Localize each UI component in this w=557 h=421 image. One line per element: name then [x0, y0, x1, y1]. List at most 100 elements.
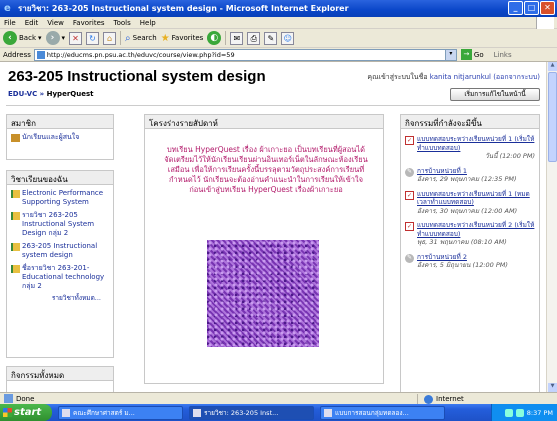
event-item[interactable]: ✎ การบ้านหน่วยที่ 2 อังคาร, 5 มิถุนายน (… — [401, 253, 539, 270]
zone-label: Internet — [436, 395, 464, 403]
quiz-icon: ✓ — [405, 222, 414, 231]
course-link[interactable]: รายวิชา 263-205 Instructional System Des… — [7, 211, 113, 238]
start-button[interactable]: start — [0, 404, 52, 421]
internet-explorer-icon — [193, 408, 201, 417]
course-link[interactable]: 263-205 Instructional system design — [7, 242, 113, 260]
breadcrumb-home-link[interactable]: EDU-VC — [8, 90, 37, 98]
breadcrumb: EDU-VC » HyperQuest — [8, 90, 93, 98]
taskbar-item-label: รายวิชา: 263-205 Inst... — [204, 408, 279, 417]
system-tray: 8:37 PM — [491, 404, 557, 421]
login-prefix: คุณเข้าสู่ระบบในชื่อ — [367, 73, 428, 81]
star-icon: ★ — [160, 32, 170, 44]
taskbar-item[interactable]: แบบการสอนกลุ่มทดลอง... — [320, 405, 445, 420]
weekly-outline-block: โครงร่างรายสัปดาห์ บทเรียน HyperQuest เร… — [144, 114, 384, 384]
address-input[interactable]: http://educms.pn.psu.ac.th/eduvc/course/… — [33, 48, 446, 61]
menu-file[interactable]: File — [4, 19, 16, 27]
globe-icon — [424, 394, 433, 404]
go-button[interactable]: → Go — [460, 49, 484, 60]
upcoming-events-heading: กิจกรรมที่กำลังจะมีขึ้น — [401, 115, 539, 129]
quiz-icon: ✓ — [405, 190, 414, 200]
participants-link[interactable]: นักเรียนและผู้สนใจ — [7, 133, 113, 142]
toolbar-separator — [225, 31, 227, 45]
search-button[interactable]: ⌕ Search — [125, 30, 157, 46]
taskbar-item[interactable]: คณะศึกษาศาสตร์ ม... — [58, 405, 183, 420]
stop-button[interactable]: ✕ — [69, 31, 83, 45]
address-url: http://educms.pn.psu.ac.th/eduvc/course/… — [46, 50, 235, 59]
event-title[interactable]: การบ้านหน่วยที่ 2 — [417, 253, 508, 262]
course-link[interactable]: ชื่อรายวิชา 263-201-Educational technolo… — [7, 264, 113, 291]
minimize-button[interactable]: _ — [508, 1, 523, 15]
event-title[interactable]: แบบทดสอบระหว่างเรียนหน่วยที่ 1 (เริ่มให้… — [417, 135, 535, 152]
tray-icon[interactable] — [504, 408, 513, 417]
event-item[interactable]: ✓ แบบทดสอบระหว่างเรียนหน่วยที่ 2 (เริ่มใ… — [401, 221, 539, 247]
scrollbar-thumb[interactable] — [548, 72, 557, 162]
menu-tools[interactable]: Tools — [114, 19, 131, 27]
assignment-icon: ✎ — [405, 253, 414, 263]
my-courses-block: วิชาเรียนของฉัน Electronic Performance S… — [6, 170, 114, 358]
search-icon: ⌕ — [125, 32, 131, 44]
mail-button[interactable]: ✉ — [230, 31, 244, 45]
header-divider — [6, 105, 540, 106]
course-link[interactable]: Electronic Performance Supporting System — [7, 189, 113, 207]
window-title-bar: e รายวิชา: 263-205 Instructional system … — [0, 0, 557, 17]
menu-favorites[interactable]: Favorites — [73, 19, 105, 27]
event-date: อังคาร, 5 มิถุนายน (12:00 PM) — [417, 261, 508, 269]
address-label: Address — [3, 50, 31, 59]
home-button[interactable]: ⌂ — [103, 31, 117, 45]
all-courses-link[interactable]: รายวิชาทั้งหมด... — [7, 293, 113, 303]
vertical-scrollbar[interactable]: ▲ ▼ — [546, 62, 557, 392]
event-item[interactable]: ✓ แบบทดสอบระหว่างเรียนหน่วยที่ 1 (หมดเวล… — [401, 190, 539, 216]
menu-view[interactable]: View — [47, 19, 64, 27]
event-date: อังคาร, 30 พฤษภาคม (12:00 AM) — [417, 206, 518, 215]
tray-icon[interactable] — [515, 408, 524, 417]
web-page: 263-205 Instructional system design คุณเ… — [0, 62, 546, 392]
back-label: Back — [19, 34, 36, 42]
windows-logo-icon — [536, 17, 554, 29]
address-dropdown-button[interactable]: ▾ — [445, 48, 457, 61]
forward-button[interactable]: › ▾ — [45, 30, 66, 46]
window-title: รายวิชา: 263-205 Instructional system de… — [18, 4, 349, 13]
navigation-toolbar: ‹ Back ▾ › ▾ ✕ ↻ ⌂ ⌕ Search ★ Favorites … — [0, 29, 557, 48]
page-icon — [36, 50, 45, 59]
menu-edit[interactable]: Edit — [25, 19, 39, 27]
scroll-down-button[interactable]: ▼ — [548, 383, 557, 392]
print-button[interactable]: ⎙ — [247, 31, 261, 45]
taskbar-item-label: แบบการสอนกลุ่มทดลอง... — [335, 408, 409, 417]
logout-link[interactable]: (ออกจากระบบ) — [493, 73, 540, 81]
edit-page-button[interactable]: ✎ — [264, 31, 278, 45]
links-button[interactable]: Links — [494, 51, 512, 59]
event-title[interactable]: แบบทดสอบระหว่างเรียนหน่วยที่ 2 (เริ่มให้… — [417, 221, 535, 238]
window-icon — [324, 408, 332, 417]
event-item[interactable]: ✎ การบ้านหน่วยที่ 1 อังคาร, 29 พฤษภาคม (… — [401, 167, 539, 184]
favorites-button[interactable]: ★ Favorites — [161, 30, 204, 46]
my-courses-heading: วิชาเรียนของฉัน — [7, 171, 113, 185]
close-button[interactable]: ✕ — [540, 1, 555, 15]
event-item[interactable]: ✓ แบบทดสอบระหว่างเรียนหน่วยที่ 1 (เริ่มใ… — [401, 135, 539, 161]
event-title[interactable]: การบ้านหน่วยที่ 1 — [417, 167, 517, 176]
assignment-icon: ✎ — [405, 167, 414, 177]
turn-editing-on-button[interactable]: เริ่มการแก้ไขในหน้านี้ — [450, 88, 540, 101]
menu-bar: File Edit View Favorites Tools Help — [0, 17, 557, 29]
course-icon — [11, 243, 20, 251]
chevron-down-icon[interactable]: ▾ — [62, 34, 66, 42]
menu-help[interactable]: Help — [140, 19, 156, 27]
refresh-button[interactable]: ↻ — [86, 31, 100, 45]
login-info: คุณเข้าสู่ระบบในชื่อ kanita nitjarunkul … — [367, 72, 540, 83]
toolbar-separator — [120, 31, 122, 45]
course-label: 263-205 Instructional system design — [22, 242, 98, 259]
back-button[interactable]: ‹ Back ▾ — [3, 30, 42, 46]
maximize-button[interactable]: □ — [524, 1, 539, 15]
scroll-up-button[interactable]: ▲ — [548, 62, 557, 71]
taskbar-item[interactable]: รายวิชา: 263-205 Inst... — [189, 405, 314, 420]
search-label: Search — [132, 34, 157, 42]
course-intro-text: บทเรียน HyperQuest เรื่อง ผ้าเกาะยอ เป็น… — [164, 145, 368, 194]
event-date: วันนี้ (12:00 PM) — [484, 152, 535, 160]
status-bar: Done Internet — [0, 392, 557, 404]
chevron-down-icon[interactable]: ▾ — [38, 34, 42, 42]
internet-explorer-icon: e — [4, 3, 11, 14]
event-title[interactable]: แบบทดสอบระหว่างเรียนหน่วยที่ 1 (หมดเวลาท… — [417, 190, 535, 207]
course-label: Electronic Performance Supporting System — [22, 189, 104, 206]
user-name-link[interactable]: kanita nitjarunkul — [430, 73, 491, 81]
messenger-button[interactable]: ☺ — [281, 31, 295, 45]
media-button[interactable]: ◐ — [207, 31, 222, 45]
